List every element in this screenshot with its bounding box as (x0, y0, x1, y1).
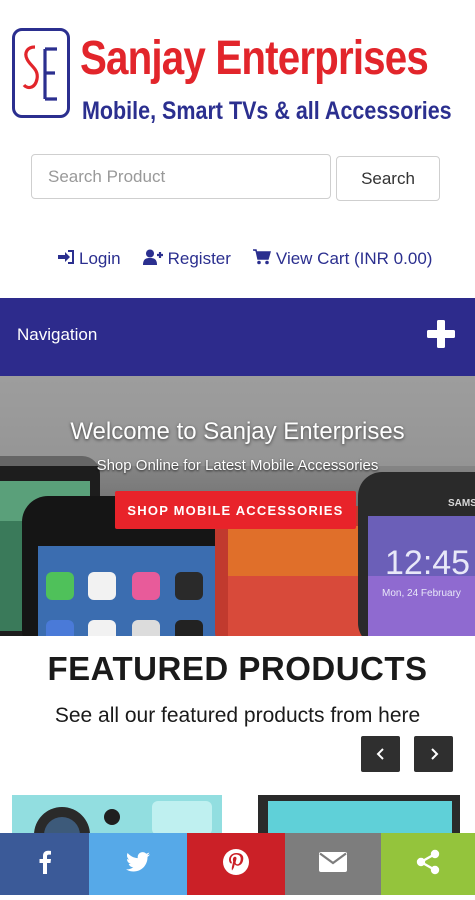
brand-tagline: Mobile, Smart TVs & all Accessories (82, 97, 452, 125)
view-cart-label: View Cart (INR 0.00) (275, 249, 433, 268)
carousel-next-button[interactable] (414, 736, 453, 772)
share-more-button[interactable] (381, 833, 475, 895)
search-input[interactable] (31, 154, 331, 199)
share-pinterest-button[interactable] (187, 833, 285, 895)
register-label: Register (167, 249, 231, 268)
share-email-button[interactable] (285, 833, 381, 895)
share-bar (0, 833, 475, 895)
login-link[interactable]: Login (58, 249, 121, 269)
cart-icon (252, 248, 271, 270)
pinterest-icon (222, 848, 250, 881)
user-links: Login Register View Cart (INR 0.00) (58, 246, 432, 272)
brand-name: Sanjay Enterprises (80, 32, 429, 85)
login-label: Login (79, 249, 121, 268)
hero-banner: 12:45 Mon, 24 February SAMS Welcome to S… (0, 376, 475, 636)
phone-clock-text: 12:45 (385, 544, 470, 582)
user-plus-icon (142, 249, 163, 270)
featured-subtitle: See all our featured products from here (54, 704, 421, 727)
search-button[interactable]: Search (336, 156, 440, 201)
share-twitter-button[interactable] (89, 833, 187, 895)
carousel-prev-button[interactable] (361, 736, 400, 772)
logo-icon[interactable] (12, 28, 70, 118)
chevron-left-icon (361, 747, 400, 761)
email-icon (319, 851, 347, 877)
phone-brand-text: SAMS (448, 498, 475, 509)
site-header[interactable]: Sanjay Enterprises Mobile, Smart TVs & a… (12, 26, 467, 131)
page: Sanjay Enterprises Mobile, Smart TVs & a… (0, 0, 475, 900)
register-link[interactable]: Register (142, 249, 231, 270)
shop-mobile-accessories-button[interactable]: SHOP MOBILE ACCESSORIES (115, 491, 356, 529)
navigation-bar[interactable]: Navigation (0, 298, 475, 376)
product-images (12, 795, 460, 835)
facebook-icon (38, 850, 52, 879)
hero-subtitle: Shop Online for Latest Mobile Accessorie… (96, 457, 379, 474)
share-facebook-button[interactable] (0, 833, 89, 895)
product-carousel[interactable] (12, 795, 460, 835)
phone-date-text: Mon, 24 February (382, 588, 461, 599)
view-cart-link[interactable]: View Cart (INR 0.00) (252, 248, 433, 270)
featured-title: FEATURED PRODUCTS (47, 650, 428, 687)
hero-title: Welcome to Sanjay Enterprises (70, 418, 405, 445)
navigation-label: Navigation (17, 325, 98, 344)
share-icon (415, 849, 441, 880)
chevron-right-icon (414, 747, 453, 761)
sign-in-icon (58, 249, 74, 269)
plus-icon[interactable] (425, 318, 457, 350)
twitter-icon (126, 851, 150, 877)
